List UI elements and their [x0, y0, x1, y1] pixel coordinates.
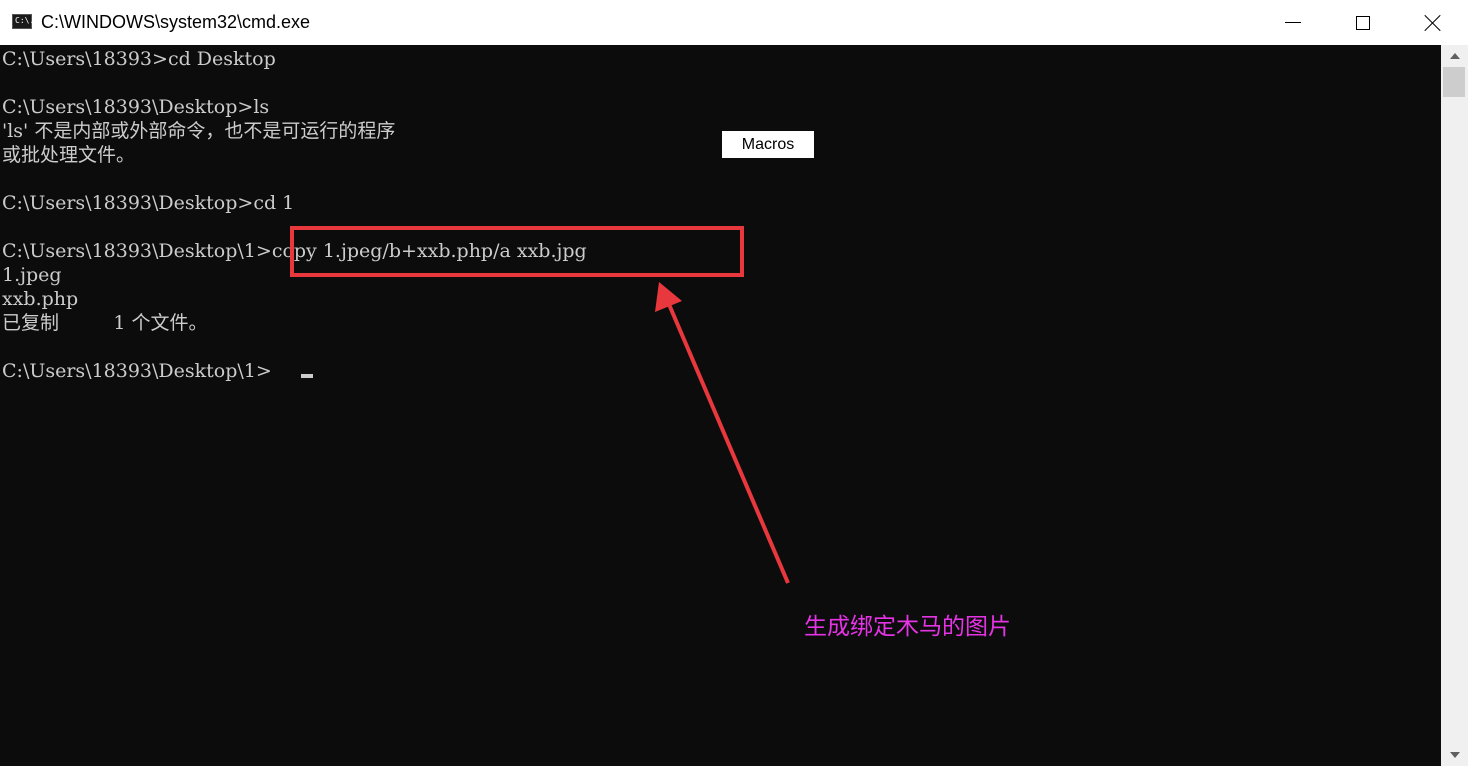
annotation-arrow: [655, 282, 790, 584]
arrow-shaft: [666, 301, 790, 584]
annotation-caption: 生成绑定木马的图片: [804, 614, 1011, 640]
